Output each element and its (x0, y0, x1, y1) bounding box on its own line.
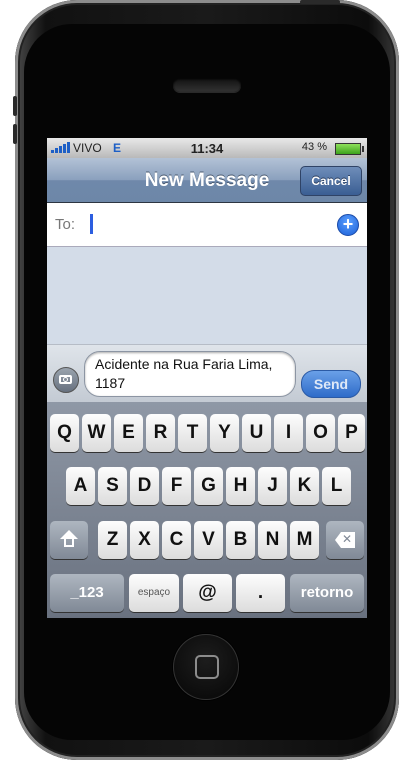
keyboard: Q W E R T Y U I O P A S D F G H J K L Z … (47, 402, 367, 618)
key-n[interactable]: N (258, 521, 287, 559)
earpiece-speaker (173, 78, 241, 92)
shift-icon-stem (64, 539, 74, 547)
return-key[interactable]: retorno (290, 574, 364, 612)
key-v[interactable]: V (194, 521, 223, 559)
delete-key[interactable]: ✕ (326, 521, 364, 559)
key-s[interactable]: S (98, 467, 127, 505)
at-key[interactable]: @ (183, 574, 232, 612)
to-field[interactable]: To: + (47, 203, 367, 247)
key-h[interactable]: H (226, 467, 255, 505)
battery-icon (335, 143, 364, 155)
backspace-x: ✕ (342, 532, 353, 546)
cancel-button[interactable]: Cancel (300, 166, 362, 196)
to-label: To: (55, 216, 76, 233)
key-y[interactable]: Y (210, 414, 239, 452)
camera-button[interactable] (53, 367, 79, 393)
key-m[interactable]: M (290, 521, 319, 559)
camera-lens (63, 377, 68, 382)
home-icon (195, 655, 219, 679)
key-e[interactable]: E (114, 414, 143, 452)
key-w[interactable]: W (82, 414, 111, 452)
volume-up-button (13, 96, 17, 116)
key-q[interactable]: Q (50, 414, 79, 452)
screen: VIVO E 11:34 43 % New Message Cancel To:… (47, 138, 367, 618)
key-r[interactable]: R (146, 414, 175, 452)
message-input[interactable]: Acidente na Rua Faria Lima, 1187 (84, 351, 296, 397)
key-f[interactable]: F (162, 467, 191, 505)
key-z[interactable]: Z (98, 521, 127, 559)
numbers-key[interactable]: _123 (50, 574, 124, 612)
key-x[interactable]: X (130, 521, 159, 559)
key-u[interactable]: U (242, 414, 271, 452)
status-bar: VIVO E 11:34 43 % (47, 138, 367, 158)
add-contact-icon[interactable]: + (337, 214, 359, 236)
space-key[interactable]: espaço (129, 574, 179, 612)
compose-bar: Acidente na Rua Faria Lima, 1187 Send (47, 344, 367, 403)
key-t[interactable]: T (178, 414, 207, 452)
key-a[interactable]: A (66, 467, 95, 505)
conversation-area (47, 247, 367, 344)
key-o[interactable]: O (306, 414, 335, 452)
key-d[interactable]: D (130, 467, 159, 505)
key-c[interactable]: C (162, 521, 191, 559)
key-k[interactable]: K (290, 467, 319, 505)
key-l[interactable]: L (322, 467, 351, 505)
shift-key[interactable] (50, 521, 88, 559)
shift-icon (60, 530, 78, 539)
dot-key[interactable]: . (236, 574, 285, 612)
key-g[interactable]: G (194, 467, 223, 505)
key-i[interactable]: I (274, 414, 303, 452)
send-button[interactable]: Send (301, 370, 361, 398)
key-p[interactable]: P (338, 414, 365, 452)
key-b[interactable]: B (226, 521, 255, 559)
volume-down-button (13, 124, 17, 144)
battery-percent: 43 % (301, 141, 327, 153)
nav-bar: New Message Cancel (47, 158, 367, 203)
key-j[interactable]: J (258, 467, 287, 505)
text-cursor (90, 214, 93, 234)
sleep-button (300, 0, 340, 4)
